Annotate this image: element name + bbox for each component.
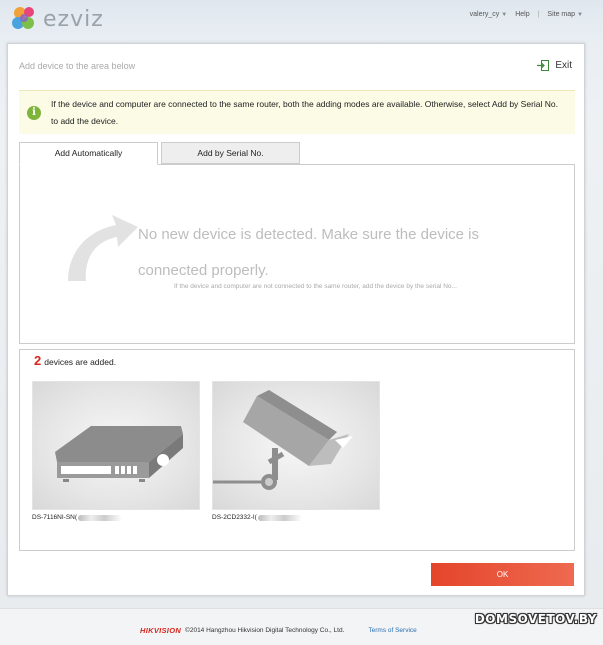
camera-icon [213,390,353,490]
added-count-label: devices are added. [44,357,117,367]
user-menu[interactable]: valery_cy ▼ [470,11,508,18]
curved-arrow-icon [68,215,138,281]
device-thumbnail [212,381,380,510]
device-thumbnail [32,381,200,510]
info-notice: i If the device and computer are connect… [19,90,575,134]
redacted-serial [78,514,123,521]
add-device-panel: Add device to the area below Exit i If t… [7,43,585,596]
device-name: DS-2CD2332-I( [212,514,380,521]
device-name-label: DS-2CD2332-I( [212,514,257,521]
added-count: 2 devices are added. [34,353,116,368]
user-name: valery_cy [469,11,500,18]
ezviz-logo-mark-icon [12,7,34,29]
watermark: DOMSOVETOV.BY [474,612,597,626]
top-bar: ezviz valery_cy ▼ Help | Site map ▼ [0,0,603,42]
ezviz-logo[interactable]: ezviz [10,4,125,34]
copyright-text: ©2014 Hangzhou Hikvision Digital Technol… [185,627,345,634]
panel-title: Add device to the area below [19,61,136,71]
exit-button[interactable]: Exit [537,60,572,71]
ok-button[interactable]: OK [431,563,574,586]
footer-content: HIKVISION ©2014 Hangzhou Hikvision Digit… [140,626,417,635]
site-map-menu[interactable]: Site map ▼ [547,11,583,18]
device-card[interactable]: DS-7116NI-SN( [32,381,200,521]
chevron-down-icon: ▼ [577,12,583,18]
exit-icon [537,60,550,71]
device-card[interactable]: DS-2CD2332-I( [212,381,380,521]
info-icon: i [27,106,41,120]
device-count: 2 [34,353,42,368]
terms-link[interactable]: Terms of Service [368,627,416,634]
exit-label: Exit [555,60,572,71]
chevron-down-icon: ▼ [501,12,508,18]
nvr-icon [55,426,183,482]
no-device-hint: If the device and computer are not conne… [174,283,457,290]
device-name: DS-7116NI-SN( [32,514,200,521]
top-links: valery_cy ▼ Help | Site map ▼ [470,11,583,18]
notice-text: If the device and computer are connected… [51,99,558,126]
tab-add-by-serial[interactable]: Add by Serial No. [161,142,300,164]
divider: | [537,11,540,18]
device-name-label: DS-7116NI-SN( [32,514,78,521]
no-device-message: No new device is detected. Make sure the… [138,226,480,279]
tab-add-automatically[interactable]: Add Automatically [19,142,158,165]
added-devices-area: 2 devices are added. DS-7116NI-SN(DS-2C… [19,349,575,551]
hikvision-logo: HIKVISION [140,626,182,635]
site-map-label: Site map [547,11,576,18]
redacted-serial [257,514,302,521]
device-detection-area: No new device is detected. Make sure the… [19,164,575,344]
logo-text: ezviz [43,7,104,32]
help-link[interactable]: Help [515,11,529,18]
